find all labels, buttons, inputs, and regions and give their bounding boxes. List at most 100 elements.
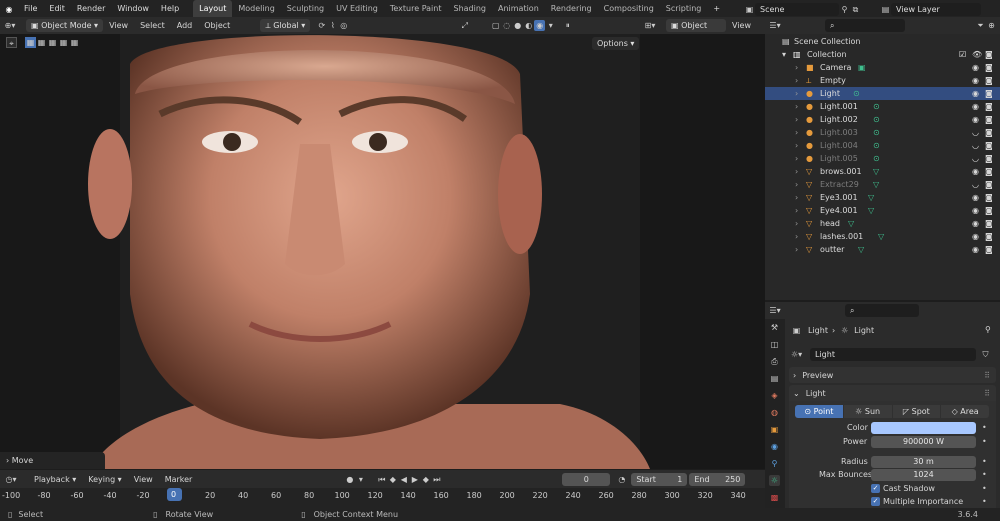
light-data-icon[interactable]: ⊙	[873, 139, 880, 152]
light-data-icon[interactable]: ⊙	[873, 113, 880, 126]
tab-layout[interactable]: Layout	[193, 0, 233, 18]
physics-tab-icon[interactable]: ◉	[769, 441, 780, 452]
render-camera-icon[interactable]: ◙	[985, 152, 993, 165]
eye-icon[interactable]: ◉	[972, 217, 979, 230]
mesh-data-icon[interactable]: ▽	[868, 204, 874, 217]
light-data-icon[interactable]: ⊙	[873, 126, 880, 139]
checkbox-icon[interactable]: ☑	[959, 48, 966, 61]
menu-edit[interactable]: Edit	[43, 0, 71, 18]
chevron-right-icon[interactable]: ›	[795, 87, 798, 100]
jump-prev-keyframe-icon[interactable]: ◆	[387, 474, 398, 485]
radius-field[interactable]: 30 m	[871, 456, 976, 468]
outliner-item[interactable]: › ▽ brows.001 ▽ ◉ ◙	[765, 165, 1000, 178]
render-camera-icon[interactable]: ◙	[985, 139, 993, 152]
output-tab-icon[interactable]: ⎙	[769, 356, 780, 367]
keyframe-dot-icon[interactable]: •	[982, 470, 987, 479]
chevron-right-icon[interactable]: ›	[795, 139, 798, 152]
eye-closed-icon[interactable]: ◡	[972, 139, 979, 152]
menu-help[interactable]: Help	[155, 0, 185, 18]
outliner-item[interactable]: › ▽ lashes.001 ▽ ◉ ◙	[765, 230, 1000, 243]
chevron-right-icon[interactable]: ›	[795, 113, 798, 126]
menu-window[interactable]: Window	[111, 0, 155, 18]
chevron-right-icon[interactable]: ›	[795, 243, 798, 256]
pin-icon[interactable]: ⚲	[839, 4, 850, 15]
world-tab-icon[interactable]: ◍	[769, 407, 780, 418]
render-camera-icon[interactable]: ◙	[985, 165, 993, 178]
pause-render-icon[interactable]: ⏸	[562, 20, 573, 31]
chevron-right-icon[interactable]: ›	[795, 152, 798, 165]
select-subtract-icon[interactable]: ▦	[47, 37, 58, 48]
editor-type-icon[interactable]: ☰▾	[765, 305, 785, 316]
mesh-data-icon[interactable]: ▽	[848, 217, 854, 230]
tab-animation[interactable]: Animation	[492, 0, 545, 18]
outliner-item[interactable]: › ▽ head ▽ ◉ ◙	[765, 217, 1000, 230]
mesh-data-icon[interactable]: ▽	[873, 165, 879, 178]
keyframe-dot-icon[interactable]: •	[982, 497, 987, 506]
eye-icon[interactable]: ◉	[972, 230, 979, 243]
options-dropdown[interactable]: Options ▾	[592, 37, 640, 50]
outliner-search-input[interactable]: ⌕	[825, 19, 905, 32]
scene-tab-icon[interactable]: ◈	[769, 390, 780, 401]
tab-rendering[interactable]: Rendering	[545, 0, 598, 18]
shading-rendered-icon[interactable]: ◉	[534, 20, 546, 31]
keyframe-dot-icon[interactable]: •	[982, 423, 987, 432]
chevron-right-icon[interactable]: ›	[795, 217, 798, 230]
render-camera-icon[interactable]: ◙	[985, 217, 993, 230]
outliner-item[interactable]: › ▽ Eye3.001 ▽ ◉ ◙	[765, 191, 1000, 204]
snap-icon[interactable]: ⌇	[327, 20, 338, 31]
chevron-right-icon[interactable]: ›	[795, 126, 798, 139]
chevron-right-icon[interactable]: ›	[795, 230, 798, 243]
jump-next-keyframe-icon[interactable]: ◆	[420, 474, 431, 485]
render-camera-icon[interactable]: ◙	[985, 61, 993, 74]
3d-viewport[interactable]: ⌖ ▦ ▦ ▦ ▦ ▦ Options ▾ › Move	[0, 34, 765, 469]
datablock-name-field[interactable]: Light	[810, 348, 976, 361]
menu-playback[interactable]: Playback ▾	[28, 475, 82, 484]
color-swatch[interactable]	[871, 422, 976, 434]
menu-view[interactable]: View	[128, 475, 159, 484]
eye-icon[interactable]: 👁	[972, 48, 982, 61]
light-data-icon[interactable]: ☼▾	[791, 349, 802, 360]
jump-end-icon[interactable]: ⏭	[431, 474, 442, 485]
clock-icon[interactable]: ◔	[616, 474, 627, 485]
menu-keying[interactable]: Keying ▾	[82, 475, 127, 484]
select-new-icon[interactable]: ▦	[25, 37, 36, 48]
new-scene-icon[interactable]: ⧉	[850, 4, 861, 15]
blender-logo-icon[interactable]: ◉	[0, 4, 18, 15]
tab-sculpting[interactable]: Sculpting	[281, 0, 330, 18]
object-tab-icon[interactable]: ▣	[769, 424, 780, 435]
outliner-item[interactable]: › ● Light.002 ⊙ ◉ ◙	[765, 113, 1000, 126]
eye-icon[interactable]: ◉	[972, 204, 979, 217]
editor-type-icon[interactable]: ⊞▾	[640, 20, 660, 31]
light-datablock-selector[interactable]: ☼▾ Light ⛉	[791, 348, 996, 361]
xray-icon[interactable]: ▢	[490, 20, 501, 31]
tool-tab-icon[interactable]: ⚒	[769, 322, 780, 333]
shading-options-icon[interactable]: ▾	[545, 20, 556, 31]
light-type-area[interactable]: ◇ Area	[941, 405, 989, 418]
eye-icon[interactable]: ◉	[972, 113, 979, 126]
multiple-importance-checkbox[interactable]: ✓ Multiple Importance	[871, 497, 963, 506]
preview-panel-header[interactable]: › Preview ⠿	[789, 367, 996, 383]
light-data-icon[interactable]: ⊙	[873, 152, 880, 165]
pivot-icon[interactable]: ⟳	[316, 20, 327, 31]
select-extend-icon[interactable]: ▦	[36, 37, 47, 48]
mode-dropdown[interactable]: ▣ Object Mode ▾	[26, 19, 104, 32]
outliner-item[interactable]: › ● Light ⊙ ◉ ◙	[765, 87, 1000, 100]
mesh-data-icon[interactable]: ▽	[868, 191, 874, 204]
tab-scripting[interactable]: Scripting	[660, 0, 708, 18]
light-panel-header[interactable]: ⌄ Light ⠿	[789, 385, 996, 401]
filter-icon[interactable]: ⏷	[975, 20, 986, 31]
play-icon[interactable]: ▶	[409, 474, 420, 485]
mesh-data-icon[interactable]: ▽	[878, 230, 884, 243]
tab-compositing[interactable]: Compositing	[598, 0, 660, 18]
menu-add[interactable]: Add	[171, 21, 199, 30]
scene-name-field[interactable]: Scene	[755, 2, 839, 16]
menu-marker[interactable]: Marker	[159, 475, 199, 484]
jump-start-icon[interactable]: ⏮	[376, 474, 387, 485]
render-camera-icon[interactable]: ◙	[985, 126, 993, 139]
tab-uv-editing[interactable]: UV Editing	[330, 0, 384, 18]
outliner-item[interactable]: › ● Light.004 ⊙ ◡ ◙	[765, 139, 1000, 152]
chevron-right-icon[interactable]: ›	[795, 61, 798, 74]
render-camera-icon[interactable]: ◙	[985, 113, 993, 126]
outliner-item[interactable]: › ● Light.005 ⊙ ◡ ◙	[765, 152, 1000, 165]
select-invert-icon[interactable]: ▦	[69, 37, 80, 48]
